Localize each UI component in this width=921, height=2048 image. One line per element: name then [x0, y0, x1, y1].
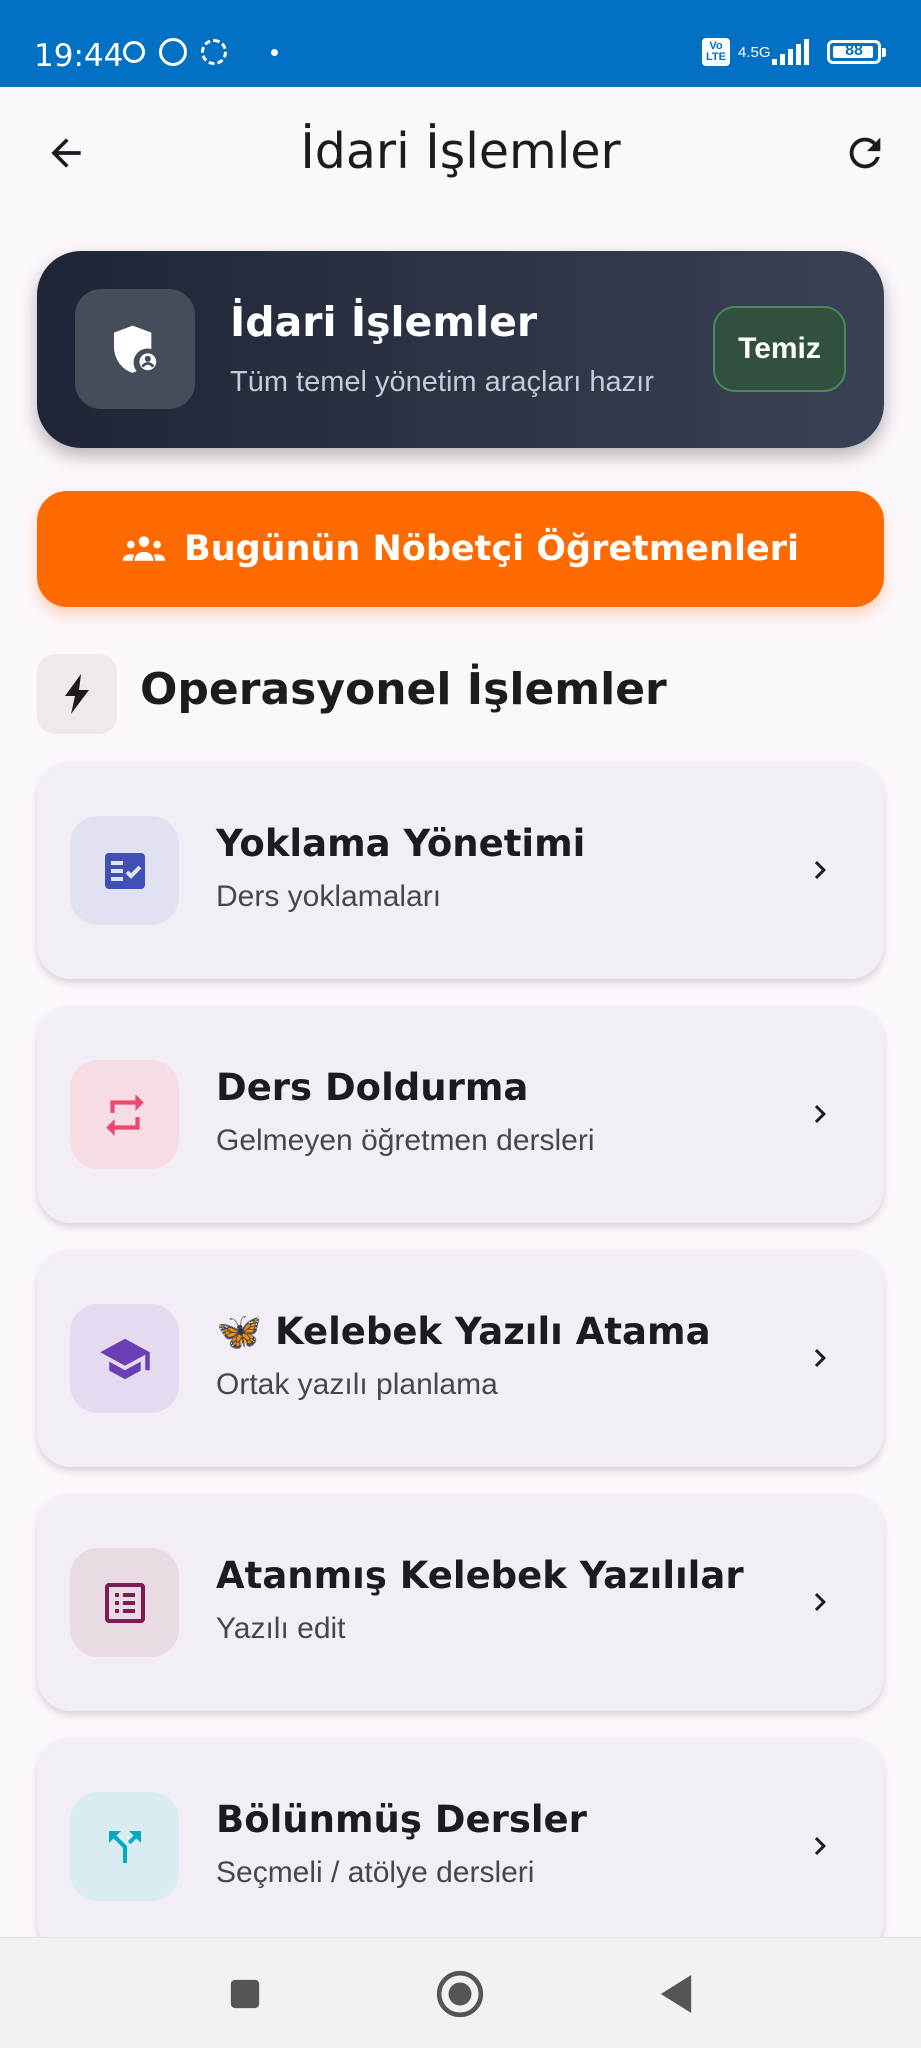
- card-title: 🦋 Kelebek Yazılı Atama: [216, 1310, 711, 1353]
- school-icon: [99, 1338, 150, 1379]
- chevron-right-icon: [798, 1824, 842, 1868]
- signal-icon: [772, 39, 809, 65]
- chevron-right-icon: [798, 1092, 842, 1136]
- card-icon-tile: [70, 1304, 179, 1413]
- threads-icon: [159, 38, 187, 66]
- card-title: Ders Doldurma: [216, 1066, 529, 1109]
- swap-icon: [105, 1093, 144, 1136]
- card-icon-tile: [70, 1060, 179, 1169]
- refresh-icon: [849, 137, 881, 169]
- chatgpt-icon: [201, 39, 227, 65]
- fact-check-icon: [104, 852, 145, 889]
- groups-icon: [122, 536, 166, 561]
- page-title: İdari İşlemler: [300, 123, 621, 180]
- lesson-substitution-card[interactable]: Ders Doldurma Gelmeyen öğretmen dersleri: [37, 1006, 884, 1223]
- split-lessons-card[interactable]: Bölünmüş Dersler Seçmeli / atölye dersle…: [37, 1738, 884, 1955]
- more-notifications-icon: [271, 48, 278, 56]
- battery-level: 88: [845, 42, 863, 59]
- section-icon-tile: [37, 654, 117, 734]
- notification-icons: [123, 38, 278, 66]
- chevron-right-icon: [798, 1336, 842, 1380]
- status-time: 19:44: [34, 38, 124, 74]
- list-alt-icon: [104, 1582, 145, 1623]
- card-icon-tile: [70, 1792, 179, 1901]
- card-subtitle: Gelmeyen öğretmen dersleri: [216, 1124, 595, 1157]
- system-indicators: Vo LTE 4.5G 88: [702, 38, 886, 66]
- battery-icon: 88: [827, 40, 886, 64]
- chevron-right-icon: [798, 1580, 842, 1624]
- circle-icon: [436, 1970, 484, 2018]
- network-type: 4.5G: [738, 43, 771, 61]
- system-nav-bar: [0, 1937, 921, 2048]
- card-subtitle: Yazılı edit: [216, 1612, 346, 1645]
- volte-icon: Vo LTE: [702, 38, 730, 66]
- card-icon-tile: [70, 816, 179, 925]
- triangle-back-icon: [660, 1975, 692, 2013]
- duty-teachers-button[interactable]: Bugünün Nöbetçi Öğretmenleri: [37, 491, 884, 607]
- admin-shield-icon: [114, 325, 160, 374]
- hero-title: İdari İşlemler: [230, 298, 538, 346]
- nav-back-button[interactable]: [648, 1966, 704, 2022]
- recents-button[interactable]: [217, 1966, 273, 2022]
- card-title: Yoklama Yönetimi: [216, 822, 586, 865]
- card-subtitle: Ders yoklamaları: [216, 880, 442, 913]
- chrome-icon: [123, 41, 145, 63]
- admin-summary-card: İdari İşlemler Tüm temel yönetim araçlar…: [37, 251, 884, 448]
- bolt-icon: [65, 674, 89, 714]
- duty-teachers-label: Bugünün Nöbetçi Öğretmenleri: [184, 529, 799, 569]
- call-split-icon: [108, 1830, 141, 1863]
- card-subtitle: Seçmeli / atölye dersleri: [216, 1856, 535, 1889]
- card-subtitle: Ortak yazılı planlama: [216, 1368, 498, 1401]
- butterfly-exam-assignment-card[interactable]: 🦋 Kelebek Yazılı Atama Ortak yazılı plan…: [37, 1250, 884, 1467]
- square-icon: [230, 1979, 260, 2009]
- home-button[interactable]: [432, 1966, 488, 2022]
- assigned-butterfly-exams-card[interactable]: Atanmış Kelebek Yazılılar Yazılı edit: [37, 1494, 884, 1711]
- hero-icon-tile: [75, 289, 195, 409]
- refresh-button[interactable]: [835, 123, 895, 183]
- card-title: Bölünmüş Dersler: [216, 1798, 587, 1841]
- card-icon-tile: [70, 1548, 179, 1657]
- attendance-management-card[interactable]: Yoklama Yönetimi Ders yoklamaları: [37, 762, 884, 979]
- app-bar: İdari İşlemler: [0, 87, 921, 217]
- card-title: Atanmış Kelebek Yazılılar: [216, 1554, 744, 1597]
- status-bar: 19:44 Vo LTE 4.5G 88: [0, 0, 921, 87]
- hero-subtitle: Tüm temel yönetim araçları hazır: [230, 366, 654, 398]
- section-title: Operasyonel İşlemler: [140, 664, 667, 715]
- status-badge: Temiz: [713, 306, 846, 392]
- chevron-right-icon: [798, 848, 842, 892]
